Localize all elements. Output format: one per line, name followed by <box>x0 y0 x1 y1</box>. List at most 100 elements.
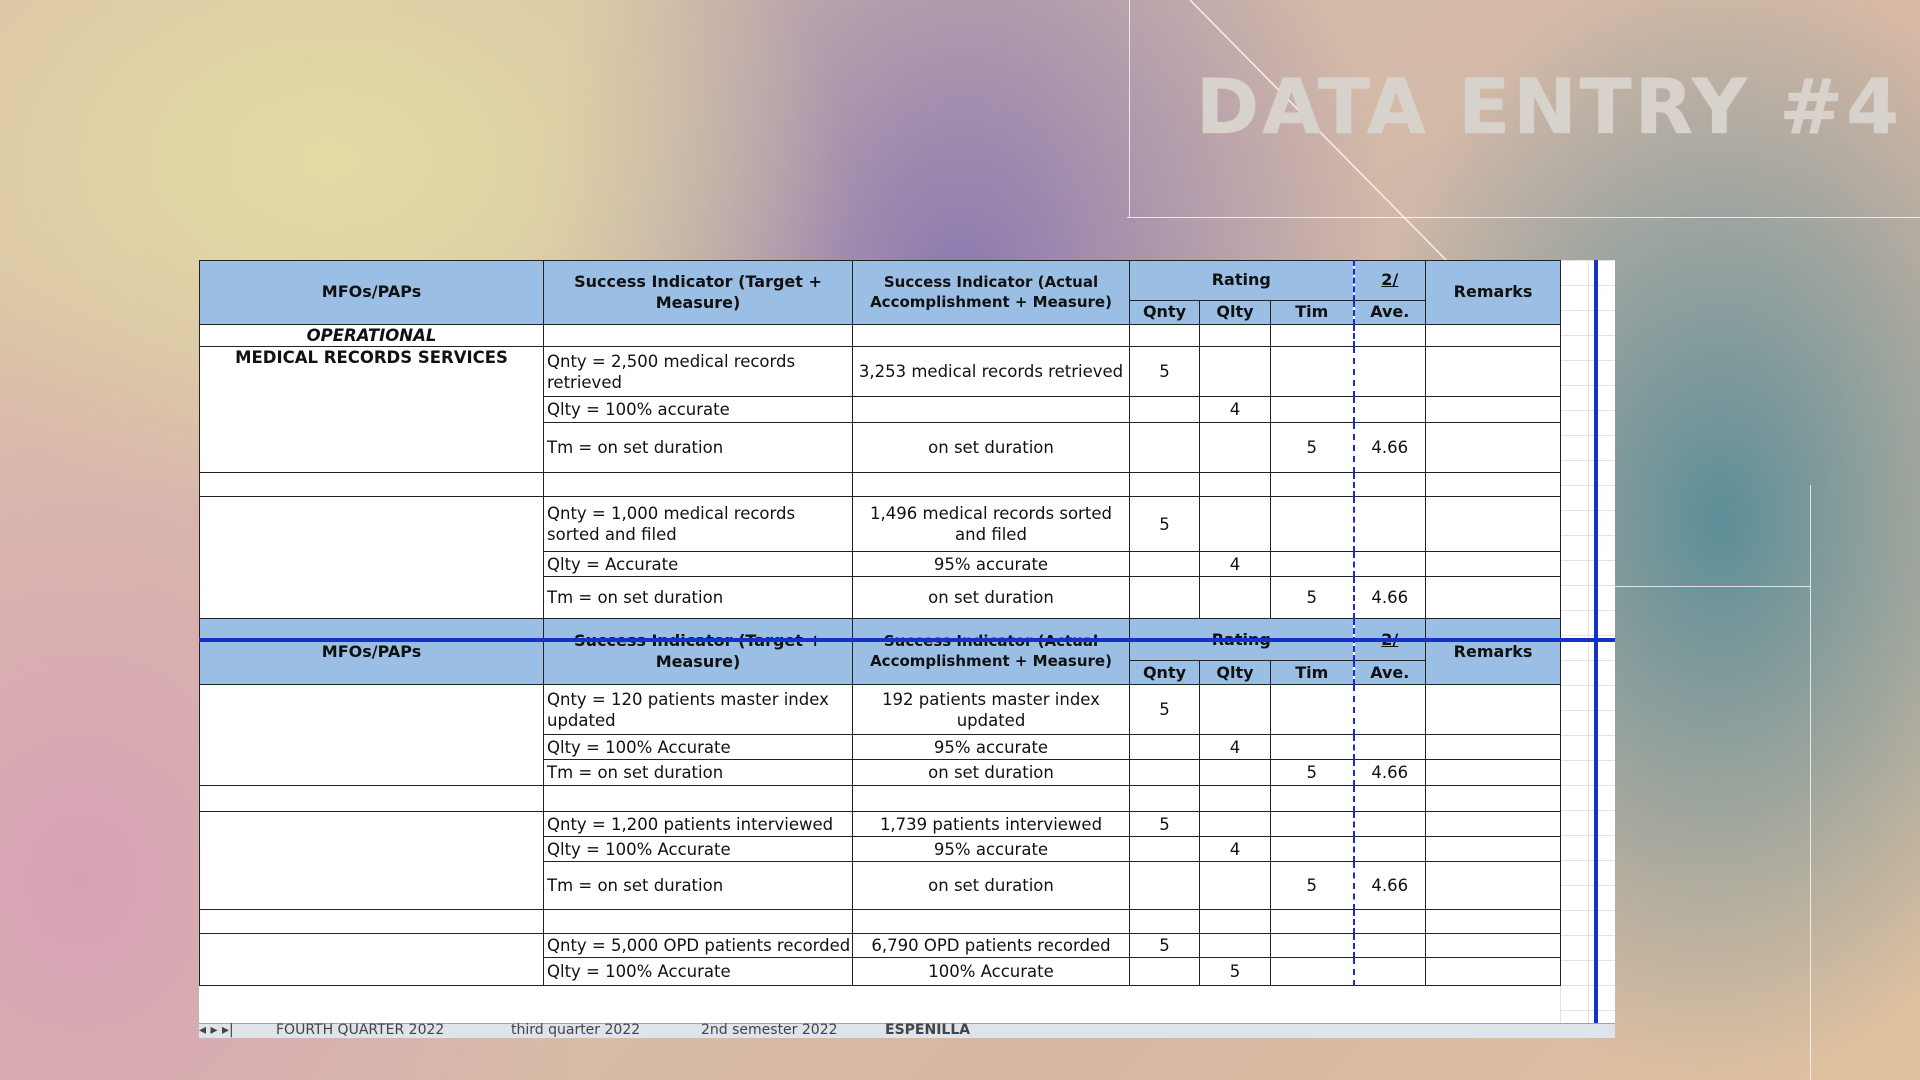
remarks-cell[interactable] <box>1425 576 1562 620</box>
header-tim[interactable]: Tim <box>1269 300 1355 325</box>
remarks-cell[interactable] <box>1425 957 1562 987</box>
qnty-cell[interactable]: 5 <box>1129 496 1200 553</box>
remarks-cell[interactable] <box>1425 734 1562 761</box>
remarks-cell[interactable] <box>1425 551 1562 578</box>
actual-cell[interactable]: 192 patients master index updated <box>852 684 1130 736</box>
ave-cell[interactable] <box>1352 836 1427 863</box>
cell[interactable] <box>543 909 853 935</box>
target-cell[interactable]: Qlty = 100% Accurate <box>543 836 853 863</box>
target-cell[interactable]: Qlty = Accurate <box>543 551 853 578</box>
tim-cell[interactable] <box>1269 811 1355 838</box>
mfo-cell[interactable] <box>199 684 544 787</box>
ave-cell[interactable] <box>1352 684 1427 736</box>
remarks-cell[interactable] <box>1425 346 1562 398</box>
actual-cell[interactable]: on set duration <box>852 422 1130 474</box>
tim-cell[interactable] <box>1269 551 1355 578</box>
target-cell[interactable]: Qnty = 1,000 medical records sorted and … <box>543 496 853 553</box>
target-cell[interactable]: Qnty = 5,000 OPD patients recorded <box>543 933 853 959</box>
remarks-cell[interactable] <box>1425 861 1562 911</box>
remarks-cell[interactable] <box>1425 422 1562 474</box>
qlty-cell[interactable]: 4 <box>1199 551 1271 578</box>
qlty-cell[interactable] <box>1199 422 1271 474</box>
actual-cell[interactable]: 95% accurate <box>852 734 1130 761</box>
cell[interactable] <box>1269 472 1355 498</box>
actual-cell[interactable]: 3,253 medical records retrieved <box>852 346 1130 398</box>
ave-cell[interactable]: 4.66 <box>1352 576 1427 620</box>
cell[interactable] <box>1352 323 1427 348</box>
tim-cell[interactable]: 5 <box>1269 576 1355 620</box>
cell[interactable] <box>1269 909 1355 935</box>
cell[interactable] <box>1199 472 1271 498</box>
ave-cell[interactable] <box>1352 346 1427 398</box>
qnty-cell[interactable] <box>1129 734 1200 761</box>
qlty-cell[interactable] <box>1199 811 1271 838</box>
remarks-cell[interactable] <box>1425 396 1562 424</box>
target-cell[interactable]: Qnty = 2,500 medical records retrieved <box>543 346 853 398</box>
cell[interactable] <box>852 472 1130 498</box>
remarks-cell[interactable] <box>1425 811 1562 838</box>
cell[interactable] <box>1129 785 1200 813</box>
remarks-cell[interactable] <box>1425 496 1562 553</box>
cell[interactable] <box>1425 472 1562 498</box>
actual-cell[interactable]: 100% Accurate <box>852 957 1130 987</box>
tim-cell[interactable] <box>1269 836 1355 863</box>
actual-cell[interactable]: 95% accurate <box>852 836 1130 863</box>
qnty-cell[interactable]: 5 <box>1129 684 1200 736</box>
remarks-cell[interactable] <box>1425 684 1562 736</box>
qnty-cell[interactable] <box>1129 396 1200 424</box>
header-actual[interactable]: Success Indicator (Actual Accomplishment… <box>852 260 1130 325</box>
qlty-cell[interactable]: 5 <box>1199 957 1271 987</box>
remarks-cell[interactable] <box>1425 836 1562 863</box>
qlty-cell[interactable]: 4 <box>1199 734 1271 761</box>
qlty-cell[interactable] <box>1199 933 1271 959</box>
cell[interactable] <box>1352 472 1427 498</box>
tim-cell[interactable]: 5 <box>1269 861 1355 911</box>
actual-cell[interactable] <box>852 396 1130 424</box>
qlty-cell[interactable] <box>1199 576 1271 620</box>
header-qlty[interactable]: Qlty <box>1199 660 1271 686</box>
header-qlty[interactable]: Qlty <box>1199 300 1271 325</box>
qlty-cell[interactable] <box>1199 861 1271 911</box>
cell[interactable] <box>852 323 1130 348</box>
cell[interactable] <box>1425 909 1562 935</box>
qnty-cell[interactable] <box>1129 861 1200 911</box>
actual-cell[interactable]: on set duration <box>852 576 1130 620</box>
remarks-cell[interactable] <box>1425 933 1562 959</box>
actual-cell[interactable]: 1,496 medical records sorted and filed <box>852 496 1130 553</box>
cell[interactable] <box>199 472 544 498</box>
qlty-cell[interactable]: 4 <box>1199 836 1271 863</box>
ave-cell[interactable]: 4.66 <box>1352 759 1427 787</box>
target-cell[interactable]: Tm = on set duration <box>543 422 853 474</box>
header-remarks[interactable]: Remarks <box>1425 260 1562 325</box>
cell[interactable] <box>1269 785 1355 813</box>
tim-cell[interactable] <box>1269 957 1355 987</box>
qnty-cell[interactable]: 5 <box>1129 811 1200 838</box>
actual-cell[interactable]: on set duration <box>852 759 1130 787</box>
target-cell[interactable]: Tm = on set duration <box>543 759 853 787</box>
qnty-cell[interactable] <box>1129 422 1200 474</box>
qlty-cell[interactable] <box>1199 346 1271 398</box>
cell[interactable] <box>199 909 544 935</box>
mfo-cell[interactable] <box>199 933 544 987</box>
cell[interactable] <box>543 472 853 498</box>
header-remarks[interactable]: Remarks <box>1425 618 1562 686</box>
qnty-cell[interactable] <box>1129 957 1200 987</box>
header-mfo[interactable]: MFOs/PAPs <box>199 618 544 686</box>
qlty-cell[interactable] <box>1199 684 1271 736</box>
mfo-cell[interactable] <box>199 496 544 620</box>
tim-cell[interactable] <box>1269 496 1355 553</box>
target-cell[interactable]: Tm = on set duration <box>543 576 853 620</box>
header-ave[interactable]: Ave. <box>1352 300 1427 325</box>
cell[interactable] <box>1129 323 1200 348</box>
cell[interactable] <box>1129 472 1200 498</box>
section-medical-records[interactable]: MEDICAL RECORDS SERVICES <box>199 346 544 474</box>
ave-cell[interactable]: 4.66 <box>1352 861 1427 911</box>
remarks-cell[interactable] <box>1425 759 1562 787</box>
qlty-cell[interactable] <box>1199 496 1271 553</box>
cell[interactable] <box>1352 785 1427 813</box>
tim-cell[interactable]: 5 <box>1269 422 1355 474</box>
header-two[interactable]: 2/ <box>1352 260 1427 301</box>
cell[interactable] <box>199 785 544 813</box>
cell[interactable] <box>1269 323 1355 348</box>
actual-cell[interactable]: 95% accurate <box>852 551 1130 578</box>
